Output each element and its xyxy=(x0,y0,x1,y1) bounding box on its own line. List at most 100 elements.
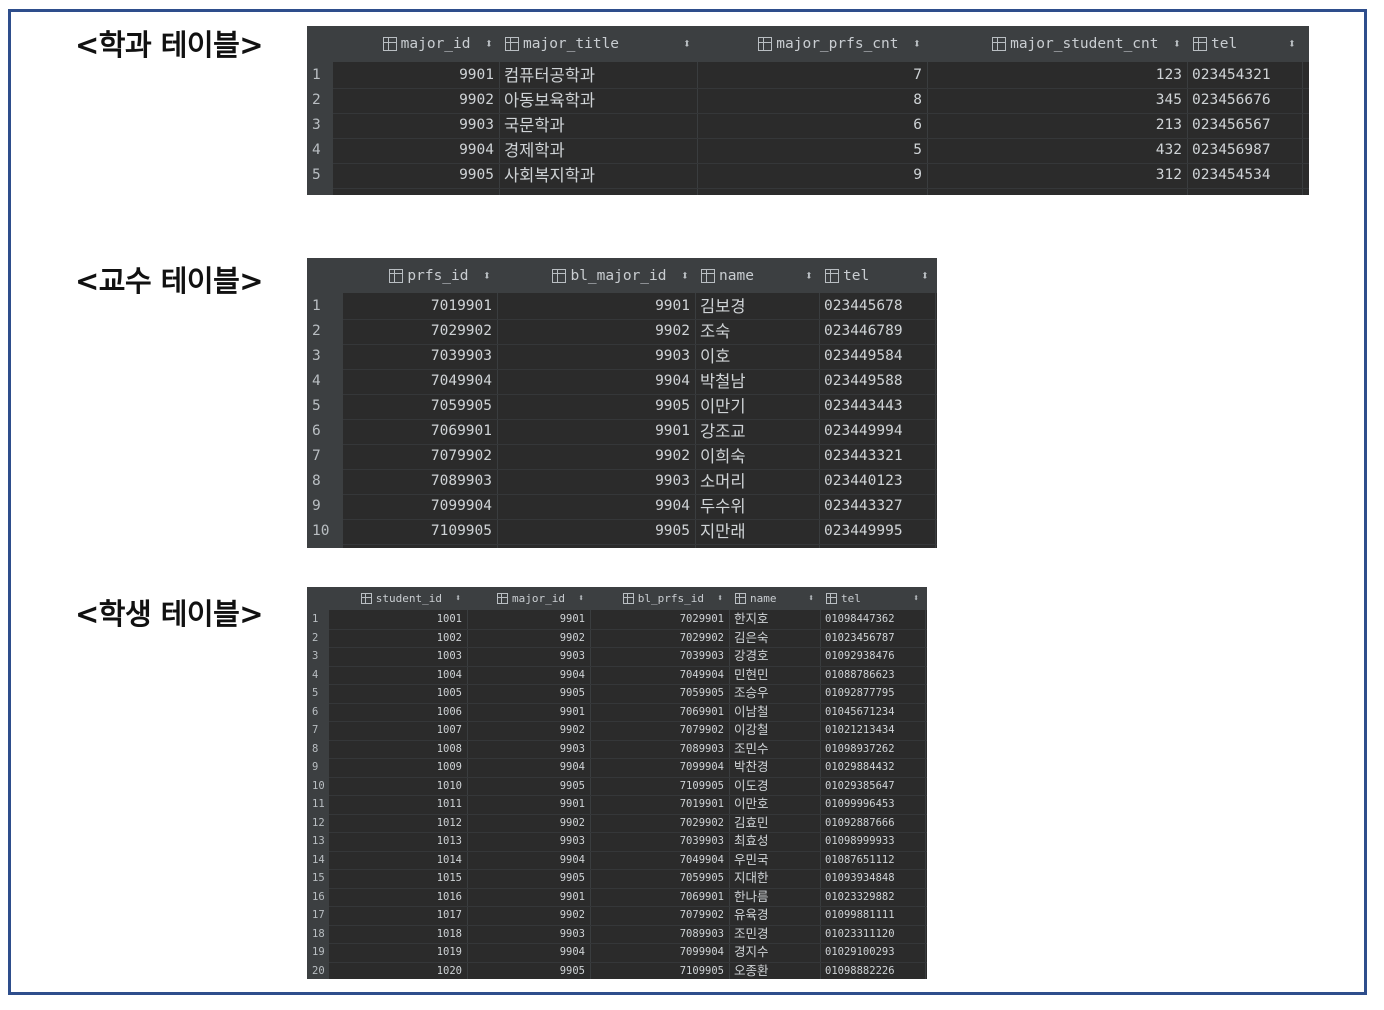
cell-tel[interactable]: 01029385647 xyxy=(820,777,925,796)
cell-bl-prfs-id[interactable]: 7029902 xyxy=(590,629,729,648)
cell-name[interactable]: 박철남 xyxy=(695,369,819,394)
cell-student-id[interactable]: 1016 xyxy=(329,888,467,907)
cell-tel[interactable]: 023454534 xyxy=(1187,163,1302,188)
cell-major-student-cnt[interactable]: 312 xyxy=(927,163,1187,188)
cell-major-id[interactable]: 9903 xyxy=(467,925,590,944)
cell-name[interactable]: 이만호 xyxy=(729,795,820,814)
cell-tel[interactable]: 01098937262 xyxy=(820,740,925,759)
cell-bl-major-id[interactable]: 9903 xyxy=(497,469,695,494)
column-header-major-id[interactable]: major_id ⬍ xyxy=(333,26,499,62)
cell-tel[interactable]: 01087651112 xyxy=(820,851,925,870)
sort-arrows-icon[interactable]: ⬍ xyxy=(1288,36,1296,52)
cell-student-id[interactable]: 1008 xyxy=(329,740,467,759)
table-row[interactable]: 3 9903 국문학과 6 213 023456567 xyxy=(307,113,1309,138)
column-header-major-prfs-cnt[interactable]: major_prfs_cnt ⬍ xyxy=(697,26,927,62)
column-header-tel[interactable]: tel ⬍ xyxy=(1187,26,1302,62)
table-row[interactable]: 5 1005 9905 7059905 조승우 01092877795 xyxy=(307,684,927,703)
cell-prfs-id[interactable]: 7019901 xyxy=(343,294,497,319)
cell-major-title[interactable]: 컴퓨터공학과 xyxy=(499,63,697,88)
cell-tel[interactable]: 01029100293 xyxy=(820,943,925,962)
cell-major-prfs-cnt[interactable]: 5 xyxy=(697,138,927,163)
cell-tel[interactable]: 01023311120 xyxy=(820,925,925,944)
cell-bl-prfs-id[interactable]: 7039903 xyxy=(590,647,729,666)
cell-prfs-id[interactable]: 7099904 xyxy=(343,494,497,519)
cell-major-id[interactable]: 9903 xyxy=(467,647,590,666)
cell-name[interactable]: 오종환 xyxy=(729,962,820,980)
cell-name[interactable]: 한나름 xyxy=(729,888,820,907)
cell-tel[interactable]: 01093934848 xyxy=(820,869,925,888)
table-row[interactable]: 18 1018 9903 7089903 조민경 01023311120 xyxy=(307,925,927,944)
cell-tel[interactable]: 023449995 xyxy=(819,519,935,544)
cell-student-id[interactable]: 1007 xyxy=(329,721,467,740)
column-header-name[interactable]: name ⬍ xyxy=(729,587,820,610)
cell-major-prfs-cnt[interactable]: 9 xyxy=(697,163,927,188)
table-row[interactable]: 8 1008 9903 7089903 조민수 01098937262 xyxy=(307,740,927,759)
cell-tel[interactable]: 023446789 xyxy=(819,319,935,344)
cell-student-id[interactable]: 1009 xyxy=(329,758,467,777)
cell-student-id[interactable]: 1015 xyxy=(329,869,467,888)
cell-major-id[interactable]: 9903 xyxy=(467,832,590,851)
cell-major-id[interactable]: 9905 xyxy=(467,777,590,796)
cell-prfs-id[interactable]: 7069901 xyxy=(343,419,497,444)
cell-bl-prfs-id[interactable]: 7029901 xyxy=(590,610,729,629)
cell-tel[interactable]: 01098882226 xyxy=(820,962,925,980)
cell-name[interactable]: 조민수 xyxy=(729,740,820,759)
cell-bl-major-id[interactable]: 9904 xyxy=(497,494,695,519)
cell-tel[interactable]: 023443327 xyxy=(819,494,935,519)
cell-student-id[interactable]: 1005 xyxy=(329,684,467,703)
cell-bl-major-id[interactable]: 9901 xyxy=(497,419,695,444)
cell-student-id[interactable]: 1017 xyxy=(329,906,467,925)
cell-major-student-cnt[interactable]: 432 xyxy=(927,138,1187,163)
cell-bl-prfs-id[interactable]: 7059905 xyxy=(590,869,729,888)
cell-tel[interactable]: 023445678 xyxy=(819,294,935,319)
column-header-major-id[interactable]: major_id ⬍ xyxy=(467,587,590,610)
cell-major-title[interactable]: 경제학과 xyxy=(499,138,697,163)
cell-student-id[interactable]: 1001 xyxy=(329,610,467,629)
cell-bl-prfs-id[interactable]: 7069901 xyxy=(590,703,729,722)
table-row[interactable]: 7 7079902 9902 이희숙 023443321 xyxy=(307,444,937,469)
sort-arrows-icon[interactable]: ⬍ xyxy=(921,268,929,284)
cell-major-title[interactable]: 국문학과 xyxy=(499,113,697,138)
cell-major-id[interactable]: 9905 xyxy=(467,962,590,980)
cell-tel[interactable]: 023449584 xyxy=(819,344,935,369)
cell-major-id[interactable]: 9901 xyxy=(333,63,499,88)
cell-name[interactable]: 김보경 xyxy=(695,294,819,319)
cell-name[interactable]: 최효성 xyxy=(729,832,820,851)
cell-bl-major-id[interactable]: 9902 xyxy=(497,319,695,344)
cell-major-id[interactable]: 9902 xyxy=(467,814,590,833)
cell-major-id[interactable]: 9904 xyxy=(467,758,590,777)
table-row[interactable]: 5 7059905 9905 이만기 023443443 xyxy=(307,394,937,419)
cell-bl-prfs-id[interactable]: 7019901 xyxy=(590,795,729,814)
cell-bl-prfs-id[interactable]: 7109905 xyxy=(590,777,729,796)
cell-major-student-cnt[interactable]: 123 xyxy=(927,63,1187,88)
cell-tel[interactable]: 01088786623 xyxy=(820,666,925,685)
sort-arrows-icon[interactable]: ⬍ xyxy=(578,593,584,604)
cell-student-id[interactable]: 1020 xyxy=(329,962,467,980)
cell-tel[interactable]: 01099996453 xyxy=(820,795,925,814)
cell-bl-major-id[interactable]: 9905 xyxy=(497,394,695,419)
table-row[interactable]: 2 9902 아동보육학과 8 345 023456676 xyxy=(307,88,1309,113)
cell-name[interactable]: 이남철 xyxy=(729,703,820,722)
table-row[interactable]: 5 9905 사회복지학과 9 312 023454534 xyxy=(307,163,1309,188)
cell-tel[interactable]: 023440123 xyxy=(819,469,935,494)
cell-major-id[interactable]: 9901 xyxy=(467,888,590,907)
cell-prfs-id[interactable]: 7039903 xyxy=(343,344,497,369)
column-header-tel[interactable]: tel ⬍ xyxy=(820,587,925,610)
cell-bl-prfs-id[interactable]: 7109905 xyxy=(590,962,729,980)
cell-major-id[interactable]: 9901 xyxy=(467,703,590,722)
cell-bl-prfs-id[interactable]: 7079902 xyxy=(590,721,729,740)
cell-major-prfs-cnt[interactable]: 6 xyxy=(697,113,927,138)
cell-tel[interactable]: 023449588 xyxy=(819,369,935,394)
cell-major-title[interactable]: 아동보육학과 xyxy=(499,88,697,113)
cell-prfs-id[interactable]: 7049904 xyxy=(343,369,497,394)
cell-bl-prfs-id[interactable]: 7059905 xyxy=(590,684,729,703)
cell-tel[interactable]: 01092877795 xyxy=(820,684,925,703)
table-row[interactable]: 4 1004 9904 7049904 민현민 01088786623 xyxy=(307,666,927,685)
cell-tel[interactable]: 01098999933 xyxy=(820,832,925,851)
cell-name[interactable]: 소머리 xyxy=(695,469,819,494)
sort-arrows-icon[interactable]: ⬍ xyxy=(805,268,813,284)
cell-bl-prfs-id[interactable]: 7049904 xyxy=(590,851,729,870)
cell-name[interactable]: 박찬경 xyxy=(729,758,820,777)
column-header-prfs-id[interactable]: prfs_id ⬍ xyxy=(343,258,497,293)
cell-tel[interactable]: 01099881111 xyxy=(820,906,925,925)
